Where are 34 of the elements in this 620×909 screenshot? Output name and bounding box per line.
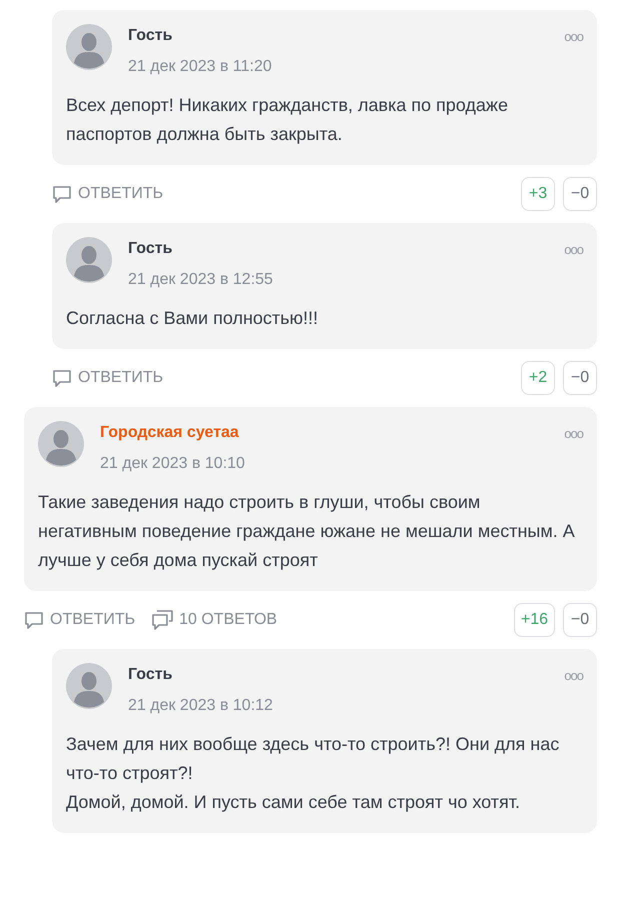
more-button[interactable]: ooo	[564, 427, 583, 441]
comments-icon	[151, 610, 174, 630]
comment-date: 21 дек 2023 в 10:12	[128, 696, 274, 716]
upvote-button[interactable]: +3	[521, 177, 555, 211]
avatar-icon	[66, 663, 112, 709]
comment-icon	[52, 368, 72, 388]
comment-text: Всех депорт! Никаких гражданств, лавка по продаже паспортов должна быть закрыта.	[66, 94, 509, 146]
comment-text: Согласна с Вами полностью!!!	[66, 307, 320, 330]
comment-icon	[52, 184, 72, 204]
author-name[interactable]: Гость	[128, 239, 172, 259]
downvote-button[interactable]: −0	[563, 361, 597, 395]
avatar-icon	[66, 237, 112, 283]
comment-text: Зачем для них вообще здесь что-то строить?! Они для нас что-то строят?! Домой, домой. И пусть сами себе там строят чо хотят.	[66, 733, 560, 814]
downvote-button[interactable]: −0	[563, 603, 597, 637]
downvote-button[interactable]: −0	[563, 177, 597, 211]
reply-button[interactable]: ОТВЕТИТЬ	[52, 182, 164, 206]
replies-button[interactable]: 10 ОТВЕТОВ	[151, 608, 278, 632]
avatar-icon	[38, 421, 84, 467]
comment-text: Такие заведения надо строить в глуши, чтобы своим негативным поведение граждане южане не мешали местным. А лучше у себя дома пускай строят	[38, 491, 576, 572]
more-button[interactable]: ooo	[564, 669, 583, 683]
author-name[interactable]: Гость	[128, 26, 172, 46]
upvote-button[interactable]: +2	[521, 361, 555, 395]
reply-button[interactable]: ОТВЕТИТЬ	[52, 366, 164, 390]
comment-icon	[24, 610, 44, 630]
author-name[interactable]: Городская суетаа	[100, 423, 239, 443]
avatar-icon	[66, 24, 112, 70]
comment-date: 21 дек 2023 в 10:10	[100, 454, 246, 474]
reply-button[interactable]: ОТВЕТИТЬ	[24, 608, 136, 632]
more-button[interactable]: ooo	[564, 243, 583, 257]
author-name[interactable]: Гость	[128, 665, 172, 685]
more-button[interactable]: ooo	[564, 30, 583, 44]
comment-date: 21 дек 2023 в 11:20	[128, 57, 273, 77]
upvote-button[interactable]: +16	[514, 603, 555, 637]
comment-date: 21 дек 2023 в 12:55	[128, 270, 274, 290]
